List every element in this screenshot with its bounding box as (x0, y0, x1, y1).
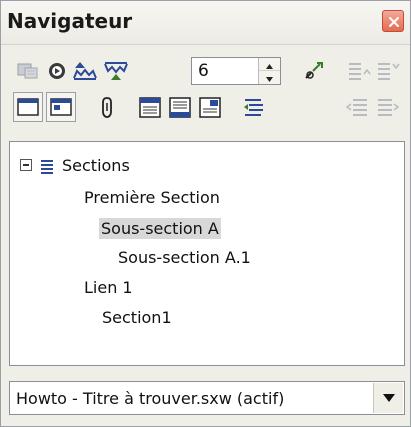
collapse-toggle-icon[interactable] (20, 159, 32, 171)
heading-levels-button[interactable] (241, 94, 267, 120)
next-icon (104, 62, 128, 80)
reminder-icon (102, 97, 112, 118)
toggle-content-button[interactable] (15, 58, 41, 84)
demote-level-icon (378, 63, 400, 80)
sections-icon (41, 160, 53, 174)
header-icon (139, 97, 161, 118)
previous-button[interactable] (71, 58, 97, 84)
tree-item-sous-section-a[interactable]: Sous-section A (99, 218, 221, 239)
footer-button[interactable] (167, 94, 193, 120)
chevron-down-icon (383, 394, 395, 402)
promote-level-icon (349, 63, 371, 80)
heading-level-value: 6 (198, 61, 209, 81)
demote-level-button[interactable] (374, 58, 400, 84)
content-view-icon (17, 98, 39, 116)
heading-level-stepper[interactable]: 6 (191, 57, 281, 85)
toggle-content-icon (17, 63, 38, 79)
next-button[interactable] (102, 58, 128, 84)
previous-icon (73, 62, 97, 80)
document-select-arrow[interactable] (373, 383, 403, 413)
navigator-window: Navigateur 6 Sections Première Section S… (0, 0, 411, 427)
drag-mode-icon (305, 62, 323, 79)
tree-item-premiere-section[interactable]: Première Section (84, 188, 220, 207)
anchor-note-icon (199, 97, 221, 118)
tree-item-section1[interactable]: Section1 (102, 308, 172, 327)
window-title: Navigateur (7, 9, 133, 33)
reminder-button[interactable] (94, 94, 120, 120)
demote-chapter-button[interactable] (374, 94, 400, 120)
stepper-down-button[interactable] (259, 71, 280, 84)
stepper-arrows (258, 58, 280, 84)
drag-mode-button[interactable] (301, 58, 327, 84)
header-button[interactable] (137, 94, 163, 120)
promote-chapter-button[interactable] (345, 94, 371, 120)
list-box-icon (50, 98, 72, 116)
stepper-up-button[interactable] (259, 58, 280, 71)
close-icon (389, 17, 399, 27)
close-button[interactable] (382, 10, 404, 32)
promote-chapter-icon (345, 99, 367, 116)
content-view-button[interactable] (13, 92, 43, 122)
navigation-icon (49, 63, 65, 79)
tree-item-lien-1[interactable]: Lien 1 (84, 278, 133, 297)
promote-level-button[interactable] (345, 58, 371, 84)
title-bar[interactable]: Navigateur (1, 1, 410, 45)
document-select[interactable]: Howto - Titre à trouver.sxw (actif) (9, 381, 405, 415)
navigation-button[interactable] (44, 58, 70, 84)
heading-levels-icon (244, 99, 263, 116)
navigator-tree[interactable]: Sections Première Section Sous-section A… (9, 141, 405, 366)
tree-root-label: Sections (62, 156, 130, 175)
caret-down-icon (266, 77, 273, 82)
list-box-button[interactable] (46, 92, 76, 122)
demote-chapter-icon (378, 99, 400, 116)
document-select-value: Howto - Titre à trouver.sxw (actif) (16, 389, 285, 408)
anchor-note-button[interactable] (197, 94, 223, 120)
footer-icon (169, 97, 191, 118)
tree-item-sous-section-a1[interactable]: Sous-section A.1 (118, 248, 251, 267)
